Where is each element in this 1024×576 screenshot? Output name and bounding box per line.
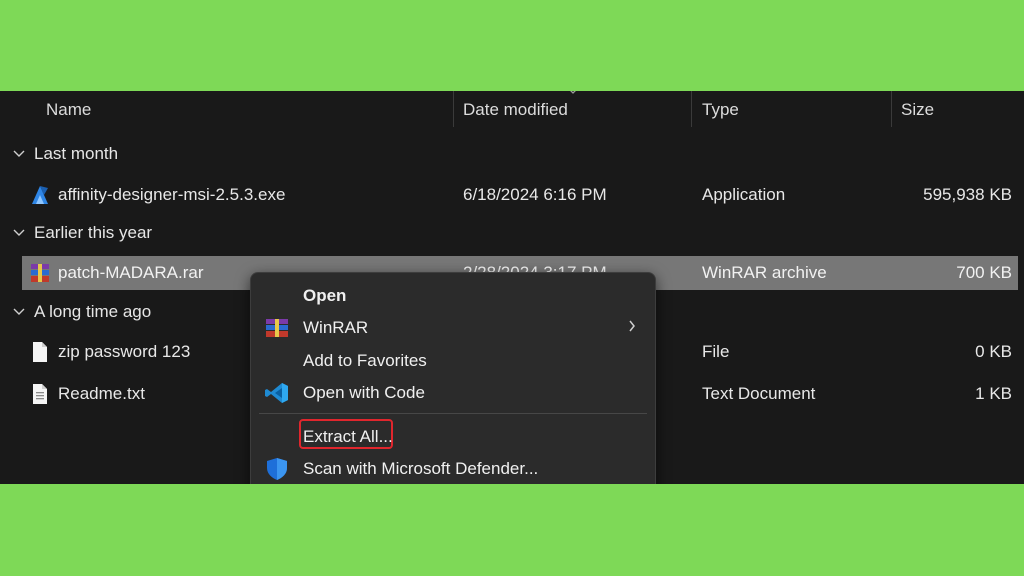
menu-item-label: Scan with Microsoft Defender... xyxy=(303,459,539,478)
file-name: Readme.txt xyxy=(58,384,145,403)
context-menu: Open WinRAR Add to Favorites Open with C… xyxy=(250,272,656,484)
column-separator[interactable] xyxy=(891,91,892,127)
group-header-last-month[interactable]: Last month xyxy=(12,144,118,164)
file-name: affinity-designer-msi-2.5.3.exe xyxy=(58,185,286,204)
menu-item-open-with-code[interactable]: Open with Code xyxy=(251,378,655,408)
column-header-bar: Name Date modified Type Size xyxy=(0,91,1024,127)
menu-item-add-to-favorites[interactable]: Add to Favorites xyxy=(251,346,655,376)
defender-shield-icon xyxy=(267,458,287,480)
group-header-earlier-this-year[interactable]: Earlier this year xyxy=(12,223,152,243)
vscode-icon xyxy=(265,383,288,403)
sort-caret-icon xyxy=(570,91,576,94)
chevron-down-icon xyxy=(13,229,25,236)
column-header-size[interactable]: Size xyxy=(901,100,934,120)
file-name: zip password 123 xyxy=(58,342,191,361)
column-header-date[interactable]: Date modified xyxy=(463,100,568,120)
menu-item-label: Add to Favorites xyxy=(303,351,427,370)
file-row[interactable]: affinity-designer-msi-2.5.3.exe 6/18/202… xyxy=(22,178,1018,212)
group-label: A long time ago xyxy=(34,302,152,321)
file-type: File xyxy=(702,342,730,361)
file-size: 595,938 KB xyxy=(923,185,1012,204)
group-label: Last month xyxy=(34,144,119,163)
winrar-icon xyxy=(266,319,288,337)
group-header-a-long-time-ago[interactable]: A long time ago xyxy=(12,302,151,322)
winrar-icon xyxy=(31,264,49,282)
file-size: 700 KB xyxy=(956,263,1012,282)
menu-item-scan-with-defender[interactable]: Scan with Microsoft Defender... xyxy=(251,454,655,484)
file-size: 0 KB xyxy=(975,342,1012,361)
menu-item-extract-all[interactable]: Extract All... xyxy=(251,419,655,452)
file-type: WinRAR archive xyxy=(702,263,827,282)
file-size: 1 KB xyxy=(975,384,1012,403)
column-header-type[interactable]: Type xyxy=(702,100,739,120)
chevron-right-icon xyxy=(629,320,635,332)
chevron-down-icon xyxy=(13,308,25,315)
file-name: patch-MADARA.rar xyxy=(58,263,204,282)
column-separator[interactable] xyxy=(453,91,454,127)
blank-file-icon xyxy=(33,342,47,362)
menu-item-winrar[interactable]: WinRAR xyxy=(251,313,655,343)
column-separator[interactable] xyxy=(691,91,692,127)
text-file-icon xyxy=(33,384,47,404)
file-explorer-panel: Name Date modified Type Size Last month … xyxy=(0,91,1024,484)
chevron-down-icon xyxy=(13,150,25,157)
menu-separator xyxy=(259,413,647,414)
file-date: 6/18/2024 6:16 PM xyxy=(463,185,607,204)
menu-item-label: WinRAR xyxy=(303,318,369,337)
menu-item-open[interactable]: Open xyxy=(251,281,655,311)
affinity-designer-icon xyxy=(32,186,48,204)
group-label: Earlier this year xyxy=(34,223,153,242)
menu-item-label: Open xyxy=(303,286,347,305)
file-type: Text Document xyxy=(702,384,816,403)
menu-item-label: Extract All... xyxy=(303,427,393,446)
column-header-name[interactable]: Name xyxy=(46,100,91,120)
file-type: Application xyxy=(702,185,786,204)
menu-item-label: Open with Code xyxy=(303,383,425,402)
